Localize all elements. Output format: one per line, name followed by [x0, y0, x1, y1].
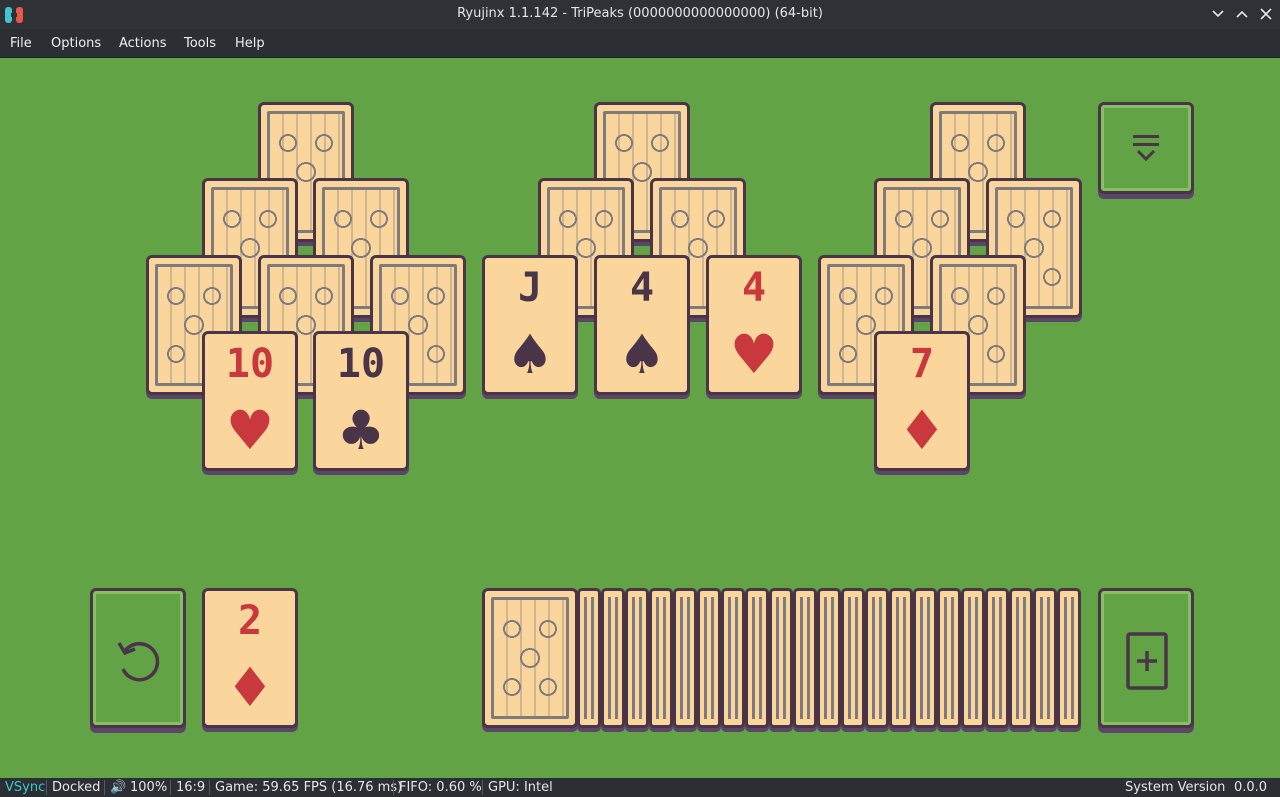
aspect-ratio[interactable]: 16:9 — [176, 780, 205, 795]
card-four-of-spades[interactable]: 4 ♠ — [594, 255, 690, 395]
divider — [209, 780, 210, 795]
card-rank: 4 — [741, 265, 767, 311]
divider — [482, 780, 483, 795]
card-rank: 4 — [629, 265, 655, 311]
card-four-of-hearts[interactable]: 4 ♥ — [706, 255, 802, 395]
close-icon[interactable] — [1258, 6, 1274, 22]
maximize-chevron-up-icon[interactable] — [1234, 6, 1250, 22]
stock-card — [673, 588, 697, 728]
fifo-usage: FIFO: 0.60 % — [399, 780, 482, 795]
card-rank: 2 — [237, 598, 263, 644]
undo-icon — [117, 641, 160, 682]
add-card-icon — [1126, 632, 1168, 690]
window-title: Ryujinx 1.1.142 - TriPeaks (000000000000… — [457, 6, 823, 21]
waste-card-two-of-diamonds[interactable]: 2 ♦ — [202, 588, 298, 728]
stock-card — [793, 588, 817, 728]
stock-card — [601, 588, 625, 728]
game-fps: Game: 59.65 FPS (16.76 ms) — [215, 780, 403, 795]
menu-collapse-icon — [1133, 135, 1159, 162]
stock-card — [865, 588, 889, 728]
gpu-name: GPU: Intel — [488, 780, 553, 795]
menu-help[interactable]: Help — [235, 36, 265, 51]
stock-card — [721, 588, 745, 728]
stock-card — [625, 588, 649, 728]
vsync-toggle[interactable]: VSync — [5, 780, 45, 795]
divider — [46, 780, 47, 795]
menu-actions[interactable]: Actions — [119, 36, 167, 51]
stock-card — [817, 588, 841, 728]
stock-card — [769, 588, 793, 728]
stock-top-card[interactable] — [482, 588, 578, 728]
volume-level[interactable]: 100% — [130, 780, 167, 795]
card-rank: 10 — [336, 341, 386, 387]
card-ten-of-hearts[interactable]: 10 ♥ — [202, 331, 298, 471]
stock-card — [937, 588, 961, 728]
stock-card — [577, 588, 601, 728]
card-seven-of-diamonds[interactable]: 7 ♦ — [874, 331, 970, 471]
stock-card — [745, 588, 769, 728]
card-jack-of-spades[interactable]: J ♠ — [482, 255, 578, 395]
stock-card — [913, 588, 937, 728]
spade-icon: ♠ — [505, 323, 555, 386]
heart-icon: ♥ — [225, 399, 275, 462]
spade-icon: ♠ — [617, 323, 667, 386]
status-bar: VSync Docked 🔊 100% 16:9 Game: 59.65 FPS… — [0, 778, 1280, 797]
system-version-label: System Version — [1125, 780, 1226, 795]
stock-card — [1057, 588, 1081, 728]
docked-toggle[interactable]: Docked — [52, 780, 100, 795]
game-viewport[interactable]: J ♠ 4 ♠ 4 ♥ 10 ♥ 10 ♣ 7 ♦ 2 ♦ — [0, 58, 1280, 778]
club-icon: ♣ — [336, 399, 386, 462]
volume-speaker-icon[interactable]: 🔊 — [110, 780, 126, 795]
heart-icon: ♥ — [729, 323, 779, 386]
title-bar: Ryujinx 1.1.142 - TriPeaks (000000000000… — [0, 0, 1280, 29]
stock-card — [649, 588, 673, 728]
add-card-button[interactable] — [1098, 588, 1194, 728]
stock-card — [961, 588, 985, 728]
divider — [393, 780, 394, 795]
stock-card — [1033, 588, 1057, 728]
diamond-icon: ♦ — [225, 656, 275, 719]
menu-options[interactable]: Options — [51, 36, 101, 51]
divider — [170, 780, 171, 795]
card-rank: 10 — [225, 341, 275, 387]
stock-card — [985, 588, 1009, 728]
card-rank: J — [517, 265, 543, 311]
card-ten-of-clubs[interactable]: 10 ♣ — [313, 331, 409, 471]
stock-card — [697, 588, 721, 728]
undo-button[interactable] — [90, 588, 186, 728]
stock-card — [889, 588, 913, 728]
card-rank: 7 — [909, 341, 935, 387]
diamond-icon: ♦ — [897, 399, 947, 462]
system-version-value: 0.0.0 — [1234, 780, 1268, 795]
menu-tools[interactable]: Tools — [184, 36, 216, 51]
divider — [104, 780, 105, 795]
stock-card — [841, 588, 865, 728]
stock-card — [1009, 588, 1033, 728]
menu-bar: File Options Actions Tools Help — [0, 29, 1280, 58]
minimize-chevron-down-icon[interactable] — [1210, 6, 1226, 22]
menu-button[interactable] — [1098, 102, 1194, 194]
menu-file[interactable]: File — [10, 36, 32, 51]
